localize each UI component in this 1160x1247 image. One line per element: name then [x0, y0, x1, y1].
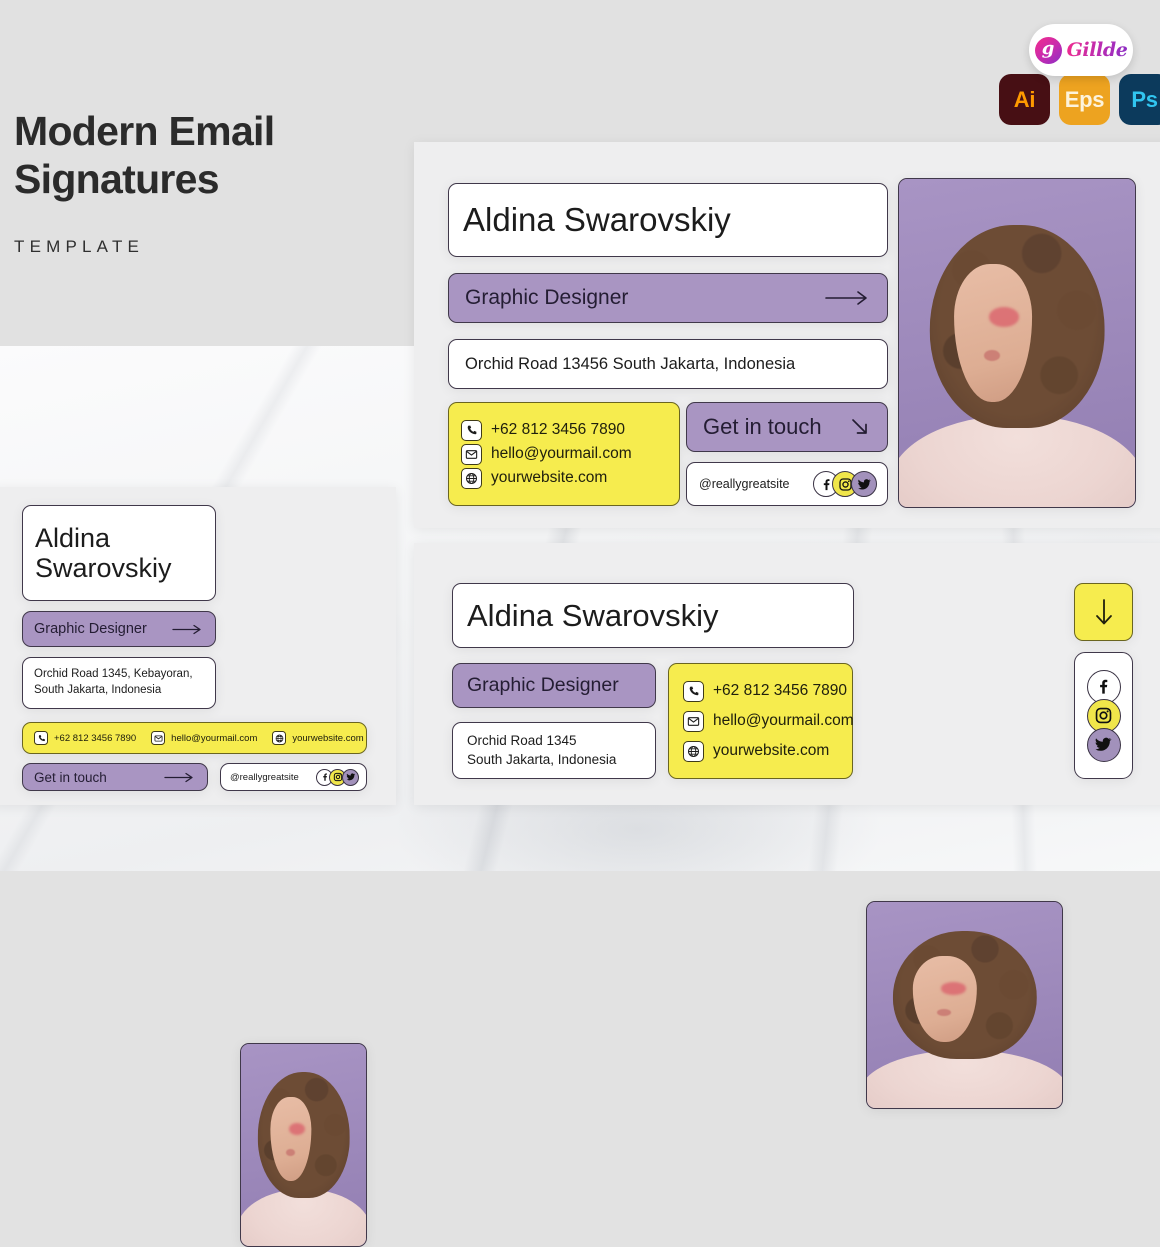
b-role-text: Graphic Designer [467, 674, 619, 696]
c-website-row[interactable]: yourwebsite.com [272, 731, 364, 745]
b-email-text: hello@yourmail.com [713, 712, 854, 729]
poster-stage: Modern Email Signatures TEMPLATE g Gilld… [0, 0, 1160, 1247]
c-name-text: Aldina Swarovskiy [35, 522, 172, 584]
arrow-right-icon [825, 290, 871, 306]
envelope-icon [461, 443, 482, 465]
arrow-down-icon [1093, 597, 1115, 627]
a-role-text: Graphic Designer [465, 286, 629, 309]
a-phone-text: +62 812 3456 7890 [491, 421, 626, 438]
format-badge-ps-label: Ps [1131, 86, 1158, 112]
c-email-text: hello@yourmail.com [171, 732, 258, 744]
a-address-text: Orchid Road 13456 South Jakarta, Indones… [465, 354, 796, 373]
c-get-in-touch-button[interactable]: Get in touch [22, 763, 208, 791]
a-name-field[interactable]: Aldina Swarovskiy [448, 183, 888, 257]
c-role-field[interactable]: Graphic Designer [22, 611, 216, 647]
arrow-right-icon [172, 624, 204, 635]
c-address-field[interactable]: Orchid Road 1345, Kebayoran, South Jakar… [22, 657, 216, 709]
format-badge-ai-label: Ai [1013, 86, 1036, 112]
portrait-illustration [241, 1044, 366, 1246]
brand-logo-badge[interactable]: g Gillde [1029, 24, 1133, 76]
a-portrait-photo [898, 178, 1136, 508]
b-phone-text: +62 812 3456 7890 [713, 682, 848, 699]
a-website-row[interactable]: yourwebsite.com [461, 467, 679, 489]
a-role-field[interactable]: Graphic Designer [448, 273, 888, 323]
phone-icon [34, 731, 48, 745]
download-button[interactable] [1074, 583, 1133, 641]
a-social-field[interactable]: @reallygreatsite [686, 462, 888, 506]
envelope-icon [683, 710, 704, 732]
c-get-in-touch-label: Get in touch [34, 769, 107, 785]
a-get-in-touch-button[interactable]: Get in touch [686, 402, 888, 452]
format-badge-eps-label: Eps [1064, 86, 1105, 112]
a-website-text: yourwebsite.com [491, 469, 608, 486]
a-phone-row[interactable]: +62 812 3456 7890 [461, 419, 679, 441]
c-social-icons [316, 768, 359, 786]
c-phone-row[interactable]: +62 812 3456 7890 [34, 731, 136, 745]
arrow-right-icon [164, 772, 196, 783]
c-social-field[interactable]: @reallygreatsite [220, 763, 367, 791]
b-role-field[interactable]: Graphic Designer [452, 663, 656, 708]
a-email-text: hello@yourmail.com [491, 445, 632, 462]
format-badge-ps[interactable]: Ps [1119, 74, 1160, 125]
b-phone-row[interactable]: +62 812 3456 7890 [683, 680, 852, 702]
b-email-row[interactable]: hello@yourmail.com [683, 710, 854, 732]
b-social-column [1074, 652, 1133, 779]
b-name-text: Aldina Swarovskiy [467, 597, 719, 633]
phone-icon [683, 680, 704, 702]
b-address-text: Orchid Road 1345 South Jakarta, Indonesi… [467, 733, 617, 767]
page-subtitle: TEMPLATE [14, 236, 145, 256]
portrait-illustration [867, 902, 1062, 1108]
a-contact-block: +62 812 3456 7890 hello@yourmail.com you… [448, 402, 680, 506]
c-contact-bar: +62 812 3456 7890 hello@yourmail.com you… [22, 722, 367, 754]
a-address-field[interactable]: Orchid Road 13456 South Jakarta, Indones… [448, 339, 888, 389]
gillde-mark-icon: g [1034, 36, 1062, 64]
hero-block: Modern Email Signatures TEMPLATE [14, 108, 275, 257]
a-handle-text: @reallygreatsite [699, 477, 790, 491]
arrow-down-right-icon [849, 416, 871, 438]
b-name-field[interactable]: Aldina Swarovskiy [452, 583, 854, 648]
a-name-text: Aldina Swarovskiy [463, 201, 731, 238]
brand-name: Gillde [1066, 39, 1128, 61]
format-badge-eps[interactable]: Eps [1059, 74, 1110, 125]
c-website-text: yourwebsite.com [292, 732, 364, 744]
c-portrait-photo [240, 1043, 367, 1247]
file-format-badges: Ai Eps Ps [999, 74, 1160, 125]
b-website-text: yourwebsite.com [713, 742, 830, 759]
b-address-field[interactable]: Orchid Road 1345 South Jakarta, Indonesi… [452, 722, 656, 779]
twitter-icon[interactable] [1086, 727, 1121, 762]
globe-icon [272, 731, 287, 745]
twitter-icon[interactable] [851, 471, 877, 497]
c-handle-text: @reallygreatsite [230, 771, 299, 783]
format-badge-ai[interactable]: Ai [999, 74, 1050, 125]
b-contact-block: +62 812 3456 7890 hello@yourmail.com you… [668, 663, 854, 779]
c-phone-text: +62 812 3456 7890 [54, 732, 137, 744]
a-get-in-touch-label: Get in touch [703, 414, 822, 439]
phone-icon [461, 419, 482, 441]
b-portrait-photo [866, 901, 1063, 1109]
twitter-icon[interactable] [342, 768, 359, 786]
c-address-text: Orchid Road 1345, Kebayoran, South Jakar… [34, 668, 193, 696]
globe-icon [683, 740, 704, 762]
c-role-text: Graphic Designer [34, 621, 147, 637]
a-email-row[interactable]: hello@yourmail.com [461, 443, 679, 465]
a-social-icons [813, 471, 877, 497]
portrait-illustration [899, 179, 1135, 507]
c-name-field[interactable]: Aldina Swarovskiy [22, 505, 216, 601]
page-title: Modern Email Signatures [14, 108, 275, 202]
globe-icon [461, 467, 482, 489]
envelope-icon [151, 731, 166, 745]
b-website-row[interactable]: yourwebsite.com [683, 740, 852, 762]
c-email-row[interactable]: hello@yourmail.com [151, 731, 257, 745]
